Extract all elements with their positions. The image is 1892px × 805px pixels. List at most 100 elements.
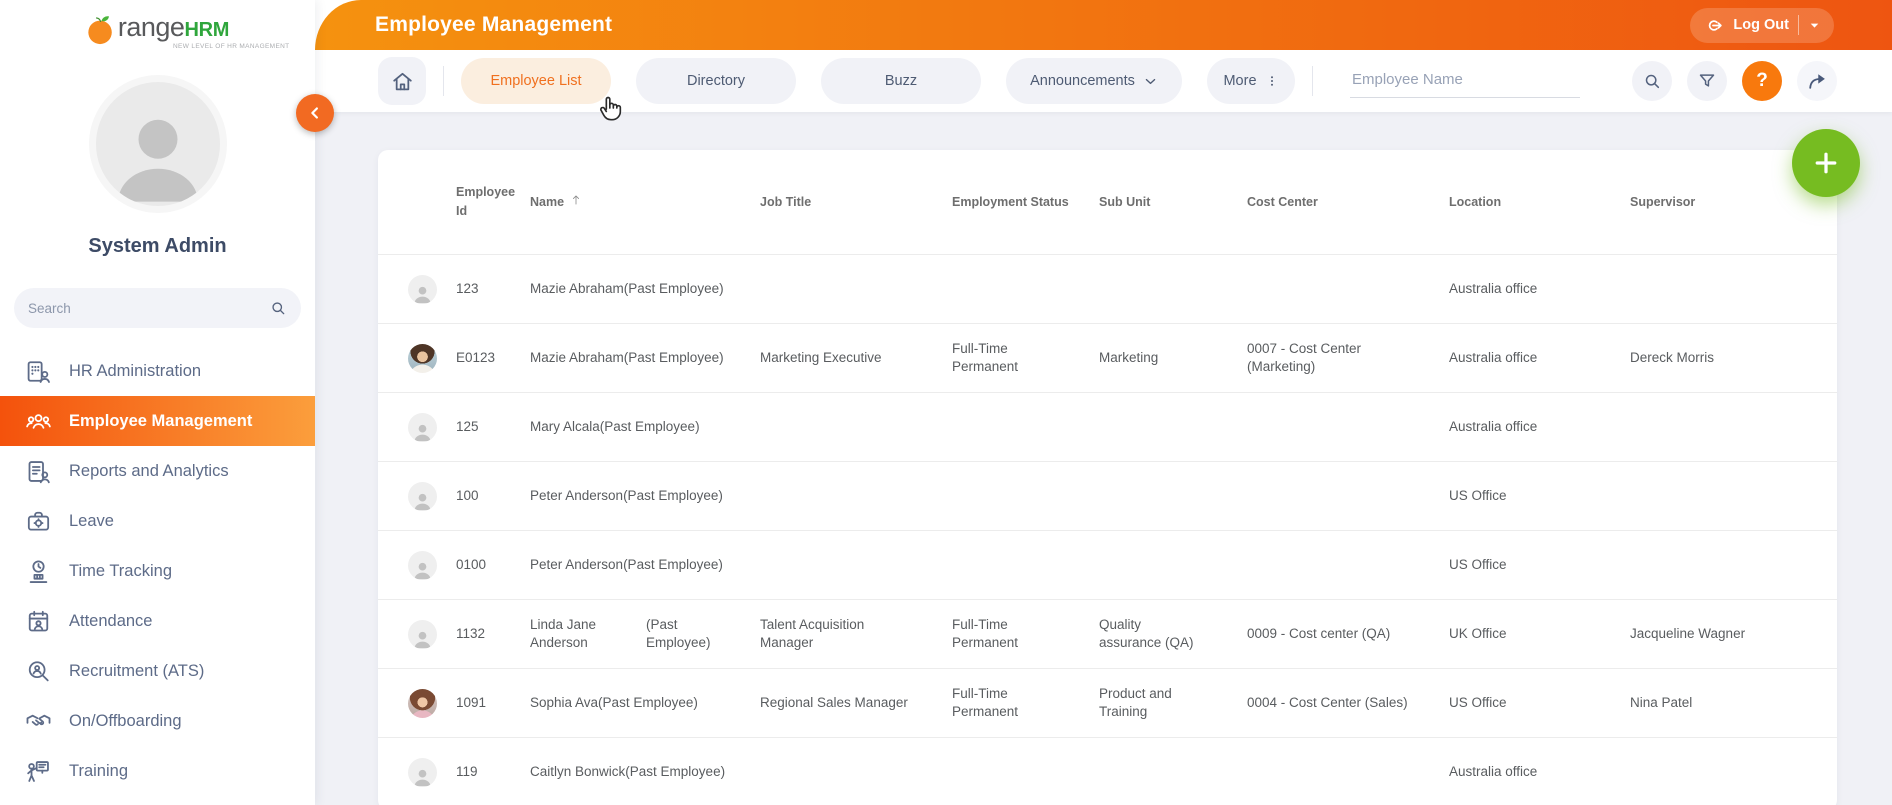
sidebar-item-label: Reports and Analytics	[69, 461, 229, 480]
sidebar-item-time-tracking[interactable]: Time Tracking	[0, 546, 315, 596]
sidebar-item-reports-and-analytics[interactable]: Reports and Analytics	[0, 446, 315, 496]
cell-job: Marketing Executive	[760, 349, 882, 365]
brand-tagline: NEW LEVEL OF HR MANAGEMENT	[173, 43, 290, 50]
cell-sub-unit: Product and Training	[1099, 685, 1172, 719]
brand-word-suffix: HRM	[184, 19, 230, 41]
table-body: 123 Mazie Abraham(Past Employee) Australia…	[378, 254, 1837, 805]
tab-label: Directory	[686, 73, 745, 89]
tab-employee-list[interactable]: Employee List	[461, 58, 611, 104]
tab-announcements[interactable]: Announcements	[1006, 58, 1182, 104]
table-row[interactable]: 123 Mazie Abraham(Past Employee) Australia…	[378, 254, 1837, 323]
brand-word-prefix: range	[117, 12, 185, 42]
employee-name-input[interactable]	[1350, 64, 1580, 98]
sidebar-collapse-button[interactable]	[296, 94, 334, 132]
vertical-dots-icon	[1270, 76, 1273, 86]
tab-buzz[interactable]: Buzz	[821, 58, 981, 104]
cell-name: Mazie Abraham(Past Employee)	[530, 280, 724, 296]
cell-cost-center: 0007 - Cost Center (Marketing)	[1247, 340, 1362, 374]
sidebar: range HRM NEW LEVEL OF HR MANAGEMENT Syst…	[0, 0, 315, 805]
table-row[interactable]: 125 Mary Alcala(Past Employee) Australia o…	[378, 392, 1837, 461]
cell-id: 125	[456, 418, 479, 434]
cell-job: Regional Sales Manager	[760, 694, 908, 710]
toolbar-divider	[1312, 66, 1313, 96]
share-button[interactable]	[1797, 61, 1837, 101]
cell-name: Caitlyn Bonwick(Past Employee)	[530, 763, 726, 779]
table-row[interactable]: E0123 Mazie Abraham(Past Employee) Marketi…	[378, 323, 1837, 392]
sidebar-item-label: Attendance	[69, 611, 153, 630]
cell-status: Full-Time Permanent	[952, 685, 1019, 719]
cell-id: 123	[456, 280, 479, 296]
hr-administration-icon	[25, 358, 52, 385]
tab-label: More	[1223, 73, 1257, 89]
cell-id: 0100	[456, 556, 487, 572]
leave-icon	[25, 508, 52, 535]
table-row[interactable]: 119 Caitlyn Bonwick(Past Employee) Austral…	[378, 737, 1837, 805]
person-silhouette-icon	[414, 286, 431, 303]
table-row[interactable]: 1091 Sophia Ava(Past Employee) Regional Sa…	[378, 668, 1837, 737]
search-button[interactable]	[1632, 61, 1672, 101]
orangehrm-logo: range HRM NEW LEVEL OF HR MANAGEMENT	[68, 12, 289, 50]
tab-more[interactable]: More	[1207, 58, 1295, 104]
table-row[interactable]: 100 Peter Anderson(Past Employee) US Offic…	[378, 461, 1837, 530]
search-icon	[272, 302, 285, 315]
cell-location: US Office	[1449, 694, 1507, 710]
sidebar-item-hr-administration[interactable]: HR Administration	[0, 346, 315, 396]
employee-management-icon	[25, 408, 52, 435]
tab-label: Employee List	[490, 73, 582, 89]
orange-fruit-icon	[88, 15, 112, 44]
column-header-location[interactable]: Location	[1449, 195, 1630, 209]
module-tabs: Employee List Directory Buzz Announcements M…	[461, 58, 1295, 104]
cell-job: Talent Acquisition Manager	[760, 616, 865, 650]
sidebar-item-recruitment-ats[interactable]: Recruitment (ATS)	[0, 646, 315, 696]
sidebar-item-on-offboarding[interactable]: On/Offboarding	[0, 696, 315, 746]
column-header-cost-center[interactable]: Cost Center	[1247, 195, 1449, 209]
cell-name: Linda Jane Anderson (Past Employee)	[530, 616, 760, 652]
person-silhouette-icon	[414, 493, 431, 510]
table-row[interactable]: 1132 Linda Jane Anderson (Past Employee) Ta…	[378, 599, 1837, 668]
sort-ascending-icon	[573, 195, 580, 205]
person-silhouette-icon	[414, 769, 431, 786]
caret-down-icon[interactable]	[1808, 19, 1821, 32]
column-header-employee-id[interactable]: Employee Id	[456, 183, 530, 222]
help-button[interactable]: ?	[1742, 61, 1782, 101]
cell-supervisor: Dereck Morris	[1630, 349, 1715, 365]
module-toolbar: Employee List Directory Buzz Announcements M…	[315, 50, 1892, 112]
table-header-row: Employee Id Name Job Title Employment Statu…	[378, 150, 1837, 254]
cell-name: Peter Anderson(Past Employee)	[530, 487, 723, 503]
sidebar-search	[14, 288, 301, 328]
tab-directory[interactable]: Directory	[636, 58, 796, 104]
column-header-employment-status[interactable]: Employment Status	[952, 195, 1099, 209]
cell-id: 119	[456, 763, 478, 779]
sidebar-item-leave[interactable]: Leave	[0, 496, 315, 546]
sidebar-nav: HR Administration Employee Management Repo…	[0, 346, 315, 796]
filter-icon	[1699, 74, 1715, 87]
column-header-supervisor[interactable]: Supervisor	[1630, 195, 1827, 209]
employee-name-search	[1350, 64, 1580, 98]
plus-icon	[1815, 152, 1837, 174]
add-employee-button[interactable]	[1792, 129, 1860, 197]
column-header-job-title[interactable]: Job Title	[760, 195, 952, 209]
sidebar-search-input[interactable]	[28, 300, 269, 316]
logout-button[interactable]: Log Out	[1690, 7, 1834, 43]
home-button[interactable]	[378, 57, 426, 105]
employee-avatar	[408, 550, 437, 580]
column-header-label: Name	[530, 195, 565, 209]
chevron-left-icon	[311, 107, 318, 119]
cell-name: Mazie Abraham(Past Employee)	[530, 349, 724, 365]
cell-id: 100	[456, 487, 479, 503]
column-header-name[interactable]: Name	[530, 195, 760, 209]
table-row[interactable]: 0100 Peter Anderson(Past Employee) US Offi…	[378, 530, 1837, 599]
logout-divider	[1798, 15, 1799, 35]
column-header-sub-unit[interactable]: Sub Unit	[1099, 195, 1247, 209]
help-label: ?	[1756, 70, 1768, 91]
cell-location: Australia office	[1449, 418, 1538, 434]
home-icon	[392, 72, 412, 90]
cell-supervisor: Jacqueline Wagner	[1630, 625, 1746, 641]
person-silhouette-icon	[117, 119, 198, 202]
filter-button[interactable]	[1687, 61, 1727, 101]
cell-name: Sophia Ava(Past Employee)	[530, 694, 698, 710]
sidebar-item-label: Employee Management	[69, 411, 253, 430]
sidebar-item-training[interactable]: Training	[0, 746, 315, 796]
sidebar-item-attendance[interactable]: Attendance	[0, 596, 315, 646]
sidebar-item-employee-management[interactable]: Employee Management	[0, 396, 315, 446]
